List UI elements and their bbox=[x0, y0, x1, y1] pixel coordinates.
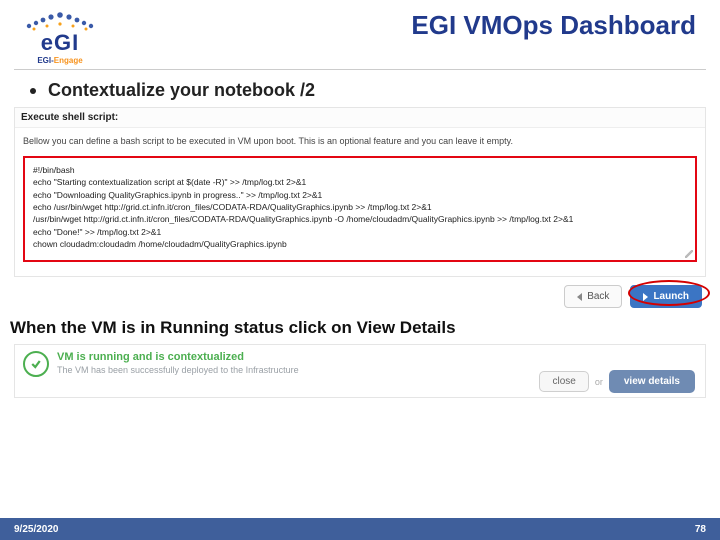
slide-footer: 9/25/2020 78 bbox=[0, 518, 720, 540]
chevron-right-icon bbox=[643, 293, 648, 301]
shell-script-content: #!/bin/bash echo "Starting contextualiza… bbox=[33, 164, 687, 250]
vm-status-subtitle: The VM has been successfully deployed to… bbox=[57, 365, 299, 375]
footer-page-number: 78 bbox=[695, 524, 706, 535]
bullet-text: Contextualize your notebook /2 bbox=[48, 80, 315, 100]
back-button-label: Back bbox=[587, 291, 609, 302]
logo-text: eGI bbox=[41, 30, 79, 56]
back-button[interactable]: Back bbox=[564, 285, 622, 308]
screenshot-vm-status: VM is running and is contextualized The … bbox=[14, 344, 706, 398]
bullet-dot-icon bbox=[30, 88, 36, 94]
footer-date: 9/25/2020 bbox=[14, 524, 59, 535]
page-title: EGI VMOps Dashboard bbox=[108, 6, 702, 41]
instruction-text: When the VM is in Running status click o… bbox=[0, 312, 720, 342]
bullet-line: Contextualize your notebook /2 bbox=[0, 70, 720, 101]
shell-script-intro: Bellow you can define a bash script to b… bbox=[15, 128, 705, 152]
or-separator: or bbox=[595, 377, 603, 387]
shell-script-label: Execute shell script: bbox=[15, 108, 705, 128]
resize-grip-icon[interactable] bbox=[685, 250, 693, 258]
vm-status-title: VM is running and is contextualized bbox=[57, 351, 299, 363]
wizard-nav-row: Back Launch bbox=[0, 277, 720, 312]
chevron-left-icon bbox=[577, 293, 582, 301]
close-button[interactable]: close bbox=[539, 371, 588, 392]
status-action-row: close or view details bbox=[539, 370, 695, 393]
check-circle-icon bbox=[23, 351, 49, 377]
egi-logo: eGI EGI-Engage bbox=[12, 6, 108, 65]
shell-script-textarea[interactable]: #!/bin/bash echo "Starting contextualiza… bbox=[23, 156, 697, 262]
launch-button[interactable]: Launch bbox=[630, 285, 702, 308]
view-details-button[interactable]: view details bbox=[609, 370, 695, 393]
screenshot-shell-script: Execute shell script: Bellow you can def… bbox=[14, 107, 706, 277]
slide-header: eGI EGI-Engage EGI VMOps Dashboard bbox=[0, 0, 720, 67]
logo-subtext: EGI-Engage bbox=[37, 56, 82, 65]
launch-button-label: Launch bbox=[653, 291, 689, 302]
status-text-block: VM is running and is contextualized The … bbox=[57, 351, 299, 375]
logo-dots-icon bbox=[23, 6, 97, 32]
